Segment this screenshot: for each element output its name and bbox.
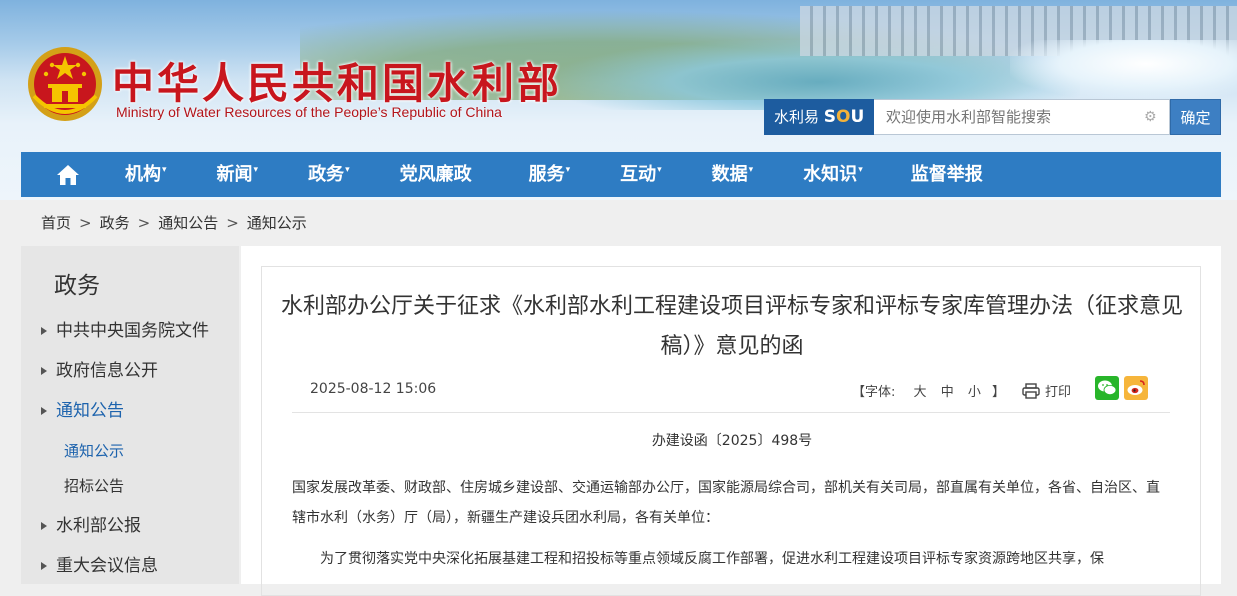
sidebar-subitem-bidding[interactable]: 招标公告	[21, 471, 239, 506]
sidebar-subitem-notice-publicity[interactable]: 通知公示	[21, 436, 239, 471]
nav-item-news[interactable]: 新闻▾	[217, 152, 259, 197]
sidebar-item-bulletin[interactable]: 水利部公报	[21, 511, 239, 551]
nav-item-services[interactable]: 服务▾	[529, 152, 571, 197]
search-brand-u: U	[850, 107, 865, 127]
wechat-icon[interactable]	[1095, 376, 1119, 400]
font-size-small[interactable]: 小	[968, 385, 981, 400]
breadcrumb-separator: >	[137, 214, 151, 232]
article-title: 水利部办公厅关于征求《水利部水利工程建设项目评标专家和评标专家库管理办法（征求意…	[280, 294, 1183, 359]
search-bar: 水利易 SOU ⚙ 确定	[764, 99, 1221, 135]
sidebar-item-major-meetings[interactable]: 重大会议信息	[21, 551, 239, 591]
nav-home[interactable]	[21, 152, 115, 197]
chevron-down-icon: ▾	[565, 165, 571, 175]
nav-item-data[interactable]: 数据▾	[712, 152, 754, 197]
article: 水利部办公厅关于征求《水利部水利工程建设项目评标专家和评标专家库管理办法（征求意…	[261, 266, 1201, 596]
breadcrumb-government-affairs[interactable]: 政务	[100, 214, 130, 232]
sidebar-item-info-disclosure[interactable]: 政府信息公开	[21, 356, 239, 396]
triangle-right-icon	[41, 522, 47, 530]
triangle-right-icon	[41, 367, 47, 375]
search-input[interactable]	[874, 99, 1170, 135]
chevron-down-icon: ▾	[345, 165, 350, 175]
main-nav: 机构▾ 新闻▾ 政务▾ 党风廉政 服务▾ 互动▾ 数据▾ 水知识▾ 监督举报	[21, 152, 1221, 197]
font-size-large[interactable]: 大	[914, 385, 927, 400]
document-number: 办建设函〔2025〕498号	[651, 433, 813, 449]
gear-icon[interactable]: ⚙	[1144, 110, 1158, 124]
publish-date: 2025-08-12 15:06	[310, 381, 437, 397]
breadcrumb: 首页 > 政务 > 通知公告 > 通知公示	[41, 212, 307, 233]
breadcrumb-separator: >	[226, 214, 239, 232]
nav-item-government-affairs[interactable]: 政务▾	[308, 152, 350, 197]
printer-icon	[1022, 383, 1040, 399]
breadcrumb-notices[interactable]: 通知公告	[158, 214, 218, 232]
print-button[interactable]: 打印	[1022, 381, 1071, 400]
weibo-icon[interactable]	[1124, 376, 1148, 400]
banner-water-spray	[1010, 40, 1237, 100]
home-icon	[57, 164, 79, 185]
search-brand-o: O	[836, 107, 851, 127]
triangle-right-icon	[41, 407, 47, 415]
chevron-down-icon: ▾	[253, 165, 259, 175]
sidebar-item-central-documents[interactable]: 中共中央国务院文件	[21, 316, 239, 356]
font-size-label: 【字体:	[852, 385, 896, 400]
breadcrumb-current[interactable]: 通知公示	[247, 214, 307, 232]
nav-item-water-knowledge[interactable]: 水知识▾	[803, 152, 863, 197]
nav-item-party-conduct[interactable]: 党风廉政	[400, 152, 472, 197]
search-brand: 水利易 SOU	[764, 99, 874, 135]
triangle-right-icon	[41, 562, 47, 570]
chevron-down-icon: ▾	[162, 165, 167, 175]
national-emblem-icon[interactable]	[26, 44, 104, 124]
addressee-paragraph: 国家发展改革委、财政部、住房城乡建设部、交通运输部办公厅，国家能源局综合司，部机…	[292, 480, 1160, 526]
breadcrumb-separator: >	[79, 214, 92, 232]
chevron-down-icon: ▾	[858, 165, 863, 175]
search-brand-prefix: 水利易	[774, 108, 820, 126]
chevron-down-icon: ▾	[657, 165, 662, 175]
breadcrumb-home[interactable]: 首页	[41, 214, 71, 232]
nav-item-interaction[interactable]: 互动▾	[620, 152, 662, 197]
chevron-down-icon: ▾	[748, 165, 754, 175]
content-panel: 水利部办公厅关于征求《水利部水利工程建设项目评标专家和评标专家库管理办法（征求意…	[241, 246, 1221, 596]
nav-item-report[interactable]: 监督举报	[911, 152, 983, 197]
sidebar-item-notices[interactable]: 通知公告	[21, 396, 239, 436]
site-title[interactable]: 中华人民共和国水利部	[112, 50, 562, 111]
font-size-close: 】	[992, 385, 1006, 400]
font-size-medium[interactable]: 中	[941, 385, 954, 400]
search-brand-s: S	[823, 107, 837, 127]
sidebar-title: 政务	[54, 273, 100, 299]
triangle-right-icon	[41, 327, 47, 335]
search-submit-button[interactable]: 确定	[1170, 99, 1221, 135]
body-paragraph: 为了贯彻落实党中央深化拓展基建工程和招投标等重点领域反腐工作部署，促进水利工程建…	[320, 551, 1104, 567]
font-size-controls: 【字体: 大 中 小 】	[852, 381, 1005, 400]
divider	[292, 412, 1170, 413]
site-subtitle: Ministry of Water Resources of the Peopl…	[116, 104, 502, 120]
nav-item-jigou[interactable]: 机构▾	[125, 152, 167, 197]
sidebar: 政务 中共中央国务院文件 政府信息公开 通知公告 通知公示 招标公告 水利部公报…	[21, 246, 239, 584]
